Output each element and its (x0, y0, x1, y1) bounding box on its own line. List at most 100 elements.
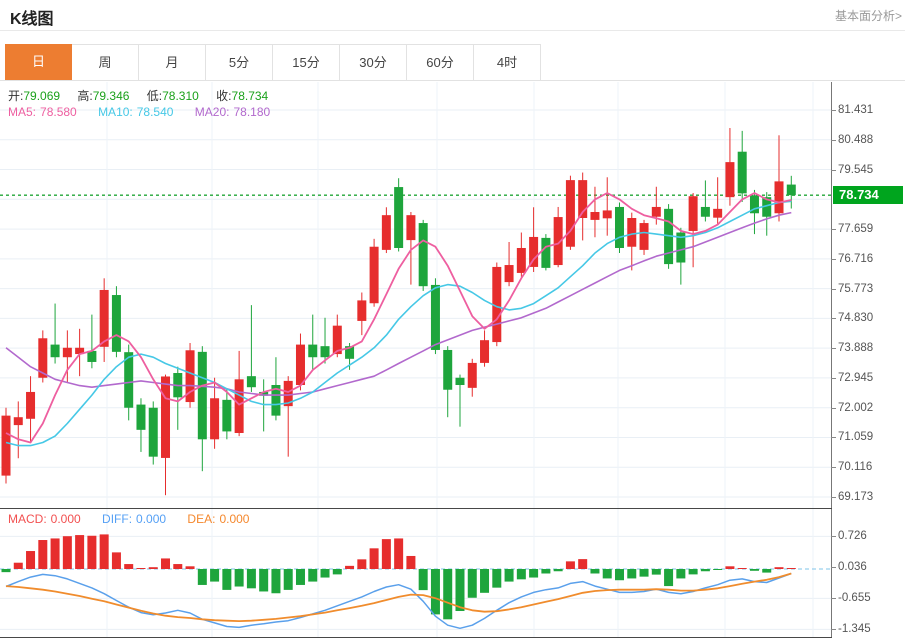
high-label: 高: (77, 89, 93, 103)
candle-body (529, 236, 539, 267)
price-axis-label: 69.173 (838, 490, 874, 503)
candle-body (13, 417, 23, 426)
candle-body (565, 180, 575, 247)
candle-body (786, 184, 796, 196)
axis-tick (831, 467, 836, 469)
candle-body (480, 340, 490, 363)
main-candlestick-chart[interactable] (0, 80, 832, 510)
macd-bar (26, 551, 36, 569)
macd-axis-label: -1.345 (838, 623, 871, 636)
macd-bar (590, 569, 600, 574)
tab-15min[interactable]: 15分 (273, 44, 340, 80)
axis-tick (831, 496, 836, 498)
candle-body (467, 362, 477, 388)
macd-bar (345, 565, 355, 569)
ohlc-info: 开:79.069 高:79.346 低:78.310 收:78.734 (8, 87, 282, 104)
dea-line (5, 572, 792, 622)
macd-bar (762, 569, 772, 573)
ma20-value: 78.180 (233, 105, 271, 119)
macd-bar (38, 540, 48, 569)
ma10-value: 78.540 (136, 105, 174, 119)
price-axis-label: 72.002 (838, 401, 874, 414)
fundamental-analysis-link[interactable]: 基本面分析> (835, 7, 902, 24)
macd-bar (185, 566, 195, 569)
macd-bar (381, 539, 391, 569)
candle-body (320, 346, 330, 358)
tab-bar: 日周月 5分 15分 30分 60分 4时 (5, 44, 541, 80)
tab-week[interactable]: 周 (72, 44, 139, 80)
macd-bar (749, 569, 759, 571)
macd-bar (602, 569, 612, 579)
macd-bar (99, 534, 109, 569)
macd-bar (492, 569, 502, 588)
macd-bar (541, 569, 551, 574)
page-title: K线图 (10, 11, 54, 28)
dea-label: DEA: (187, 512, 216, 526)
tab-month[interactable]: 月 (139, 44, 206, 80)
candle-body (246, 376, 256, 388)
candle-body (197, 351, 207, 440)
macd-bar (197, 569, 207, 585)
tab-4hour[interactable]: 4时 (474, 44, 541, 80)
macd-bar (173, 564, 183, 569)
macd-bar (259, 569, 269, 592)
candle-body (1, 415, 11, 476)
candle-body (651, 206, 661, 217)
axis-tick (831, 567, 836, 569)
panel-separator (0, 508, 832, 509)
candle-body (504, 265, 514, 283)
macd-bar (283, 569, 293, 590)
macd-bar (578, 559, 588, 569)
candle-body (725, 162, 735, 198)
candle-body (602, 210, 612, 219)
axis-tick (831, 318, 836, 320)
tab-60min[interactable]: 60分 (407, 44, 474, 80)
candle-body (443, 349, 453, 390)
candle-body (308, 344, 318, 358)
candle-body (627, 218, 637, 247)
candle-body (713, 208, 723, 218)
candle-body (688, 196, 698, 231)
axis-tick (831, 258, 836, 260)
tab-30min[interactable]: 30分 (340, 44, 407, 80)
macd-bar (553, 569, 563, 572)
price-axis-label: 80.488 (838, 133, 874, 146)
macd-bar (308, 569, 318, 582)
ma-info: MA5: 78.580 MA10: 78.540 MA20: 78.180 (8, 105, 274, 119)
candle-body (590, 212, 600, 220)
price-axis-label: 75.773 (838, 282, 874, 295)
axis-tick (831, 169, 836, 171)
price-axis-label: 76.716 (838, 252, 874, 265)
macd-bar (87, 535, 97, 569)
diff-value: 0.000 (136, 512, 167, 526)
axis-tick (831, 377, 836, 379)
candle-body (639, 223, 649, 250)
macd-bar (222, 569, 232, 590)
macd-bar (651, 569, 661, 575)
tab-day[interactable]: 日 (5, 44, 72, 80)
price-axis-label: 81.431 (838, 104, 874, 116)
macd-bar (13, 562, 23, 569)
candle-body (737, 151, 747, 194)
chart-bottom-border (0, 637, 832, 638)
macd-info: MACD: 0.000 DIFF: 0.000 DEA: 0.000 (8, 512, 253, 526)
axis-tick (831, 288, 836, 290)
macd-bar (136, 568, 146, 569)
macd-bar (369, 548, 379, 569)
candle-body (541, 237, 551, 268)
candle-body (774, 181, 784, 214)
macd-bar (271, 569, 281, 594)
price-axis-label: 73.888 (838, 342, 874, 355)
low-label: 低: (146, 89, 163, 103)
macd-bar (529, 569, 539, 578)
candle-body (615, 206, 624, 248)
tab-5min[interactable]: 5分 (206, 44, 273, 80)
macd-chart[interactable] (0, 510, 832, 642)
close-value: 78.734 (231, 89, 269, 103)
axis-tick (831, 407, 836, 409)
macd-bar (774, 567, 784, 569)
macd-bar (246, 569, 256, 589)
macd-bar (700, 569, 710, 572)
macd-bar (443, 569, 453, 620)
macd-bar (455, 569, 465, 612)
